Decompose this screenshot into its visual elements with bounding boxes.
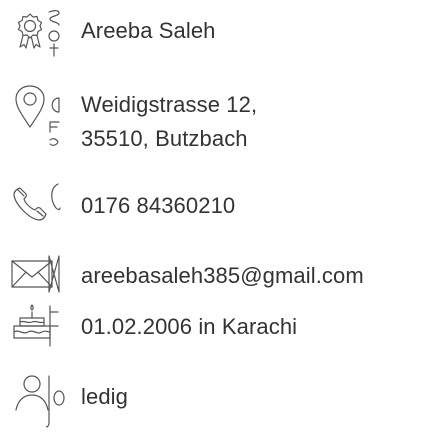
- name-text: Areeba Saleh: [81, 18, 216, 43]
- phone-number: 0176 84360210: [81, 193, 236, 218]
- address-line-2: 35510, Butzbach: [81, 126, 248, 151]
- decorative-vertical-glyph: [46, 302, 62, 362]
- map-pin-icon: [10, 84, 50, 128]
- address-line-1: Weidigstrasse 12,: [81, 92, 258, 117]
- email-address: areebasaleh385@gmail.com: [81, 263, 364, 288]
- birth-date-place: 01.02.2006 in Karachi: [81, 314, 298, 339]
- marital-status: ledig: [81, 384, 128, 409]
- award-badge-icon: [10, 11, 50, 51]
- decorative-vertical-glyph: [46, 372, 65, 432]
- decorative-vertical-glyph: [46, 92, 62, 152]
- phone-icon: [10, 184, 50, 224]
- decorative-vertical-glyph: [46, 4, 62, 64]
- decorative-vertical-glyph: [46, 180, 62, 240]
